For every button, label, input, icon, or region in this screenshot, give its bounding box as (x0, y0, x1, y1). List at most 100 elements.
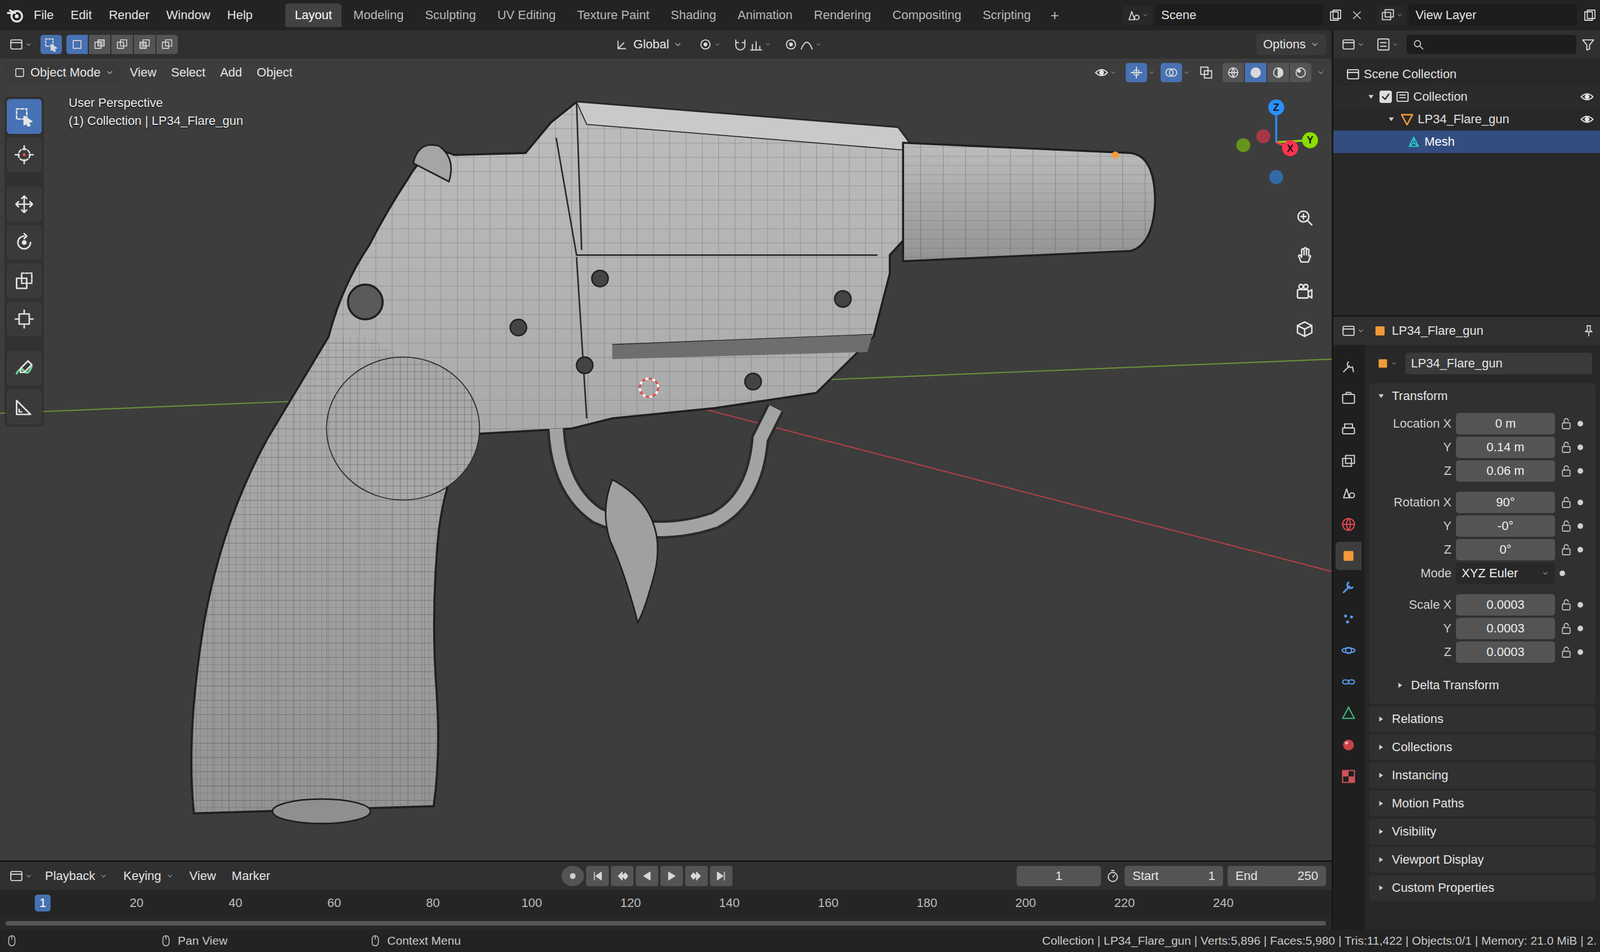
snap-target-icon[interactable] (748, 37, 764, 52)
panel-header[interactable]: Custom Properties (1369, 874, 1596, 901)
number-field[interactable]: 0.06 m (1455, 460, 1555, 482)
disclosure-triangle-icon[interactable] (1365, 91, 1377, 102)
disclosure-triangle-icon[interactable] (1376, 742, 1387, 753)
properties-tab[interactable] (1335, 699, 1362, 728)
selection-mode-button[interactable] (66, 34, 88, 55)
number-field[interactable]: 0 m (1455, 412, 1555, 435)
lock-icon[interactable] (1559, 542, 1573, 557)
eye-icon[interactable] (1579, 111, 1595, 127)
workspace-tab[interactable]: Scripting (973, 3, 1041, 28)
workspace-tab[interactable]: Layout (285, 3, 342, 28)
stopwatch-icon[interactable] (1105, 868, 1121, 884)
panel-header[interactable]: Relations (1369, 706, 1596, 732)
panel-header[interactable]: Collections (1369, 734, 1596, 761)
prev-keyframe-button[interactable] (610, 865, 634, 887)
number-field[interactable]: -0° (1455, 515, 1555, 537)
falloff-icon[interactable] (799, 37, 815, 52)
properties-tab[interactable] (1335, 352, 1362, 381)
timeline-menu[interactable]: Keying (116, 865, 181, 887)
number-field[interactable]: 0.14 m (1455, 436, 1555, 458)
flare-gun-model[interactable] (191, 101, 1155, 824)
chevron-down-icon[interactable] (24, 872, 33, 880)
select-tool-icon[interactable] (43, 37, 59, 52)
disclosure-triangle-icon[interactable] (1376, 713, 1387, 725)
zoom-button[interactable] (1288, 201, 1321, 234)
keyframe-dot[interactable] (1577, 468, 1584, 474)
properties-tab[interactable] (1335, 384, 1362, 413)
properties-tab[interactable] (1335, 604, 1362, 633)
properties-tab[interactable] (1335, 730, 1362, 759)
chevron-down-icon[interactable] (105, 68, 115, 78)
keyframe-dot[interactable] (1577, 444, 1584, 451)
disclosure-triangle-icon[interactable] (1376, 854, 1387, 865)
viewport-menu[interactable]: Add (214, 63, 248, 83)
lock-icon[interactable] (1559, 519, 1573, 533)
subpanel-header[interactable]: Delta Transform (1372, 672, 1593, 699)
properties-tab[interactable] (1335, 573, 1362, 602)
projection-button[interactable] (1288, 313, 1321, 345)
app-menu-item[interactable]: Render (101, 4, 156, 26)
app-menu-item[interactable]: Window (159, 4, 218, 26)
shading-button[interactable] (1245, 63, 1267, 83)
tool-button[interactable] (6, 99, 42, 134)
keyframe-dot[interactable] (1577, 499, 1584, 506)
scene-field[interactable]: Scene (1154, 4, 1324, 26)
panel-header[interactable]: Visibility (1369, 818, 1596, 845)
outliner-search[interactable] (1406, 34, 1577, 55)
viewport-toggle[interactable] (1125, 63, 1148, 83)
keyframe-dot[interactable] (1577, 625, 1584, 632)
chevron-down-icon[interactable] (165, 872, 174, 880)
timeline-editor-icon[interactable] (9, 868, 24, 884)
keyframe-dot[interactable] (1577, 601, 1584, 608)
disclosure-triangle-icon[interactable] (1376, 882, 1387, 893)
chevron-down-icon[interactable] (1142, 11, 1149, 19)
viewport-toggle[interactable] (1160, 63, 1182, 83)
properties-tab[interactable] (1335, 415, 1362, 444)
workspace-tab[interactable]: Texture Paint (567, 3, 659, 28)
disclosure-triangle-icon[interactable] (1376, 826, 1387, 837)
keyframe-dot[interactable] (1577, 649, 1584, 655)
workspace-tab[interactable]: Animation (727, 3, 803, 28)
properties-editor-icon[interactable] (1341, 323, 1356, 339)
tool-button[interactable] (6, 263, 42, 299)
disclosure-triangle-icon[interactable] (1386, 114, 1397, 125)
chevron-down-icon[interactable] (1356, 326, 1365, 335)
exclude-checkbox[interactable] (1379, 90, 1392, 103)
chevron-down-icon[interactable] (1541, 569, 1550, 578)
outliner-row[interactable]: LP34_Flare_gun (1333, 108, 1600, 131)
viewport-toggle[interactable] (1195, 63, 1217, 83)
copy-icon[interactable] (1328, 8, 1343, 22)
panel-header[interactable]: Transform (1369, 383, 1596, 410)
eye-icon[interactable] (1579, 89, 1595, 105)
workspace-tab[interactable]: Shading (661, 3, 726, 28)
number-field[interactable]: 0.0003 (1455, 617, 1555, 640)
selection-mode-button[interactable] (111, 34, 133, 55)
keyframe-dot[interactable] (1577, 523, 1584, 529)
workspace-tab[interactable]: Compositing (882, 3, 971, 28)
frame-tick[interactable]: 200 (1010, 894, 1041, 912)
pin-icon[interactable] (1581, 324, 1596, 338)
timeline-menu[interactable]: View (182, 865, 223, 887)
next-keyframe-button[interactable] (685, 865, 708, 887)
options-dropdown[interactable]: Options (1256, 33, 1327, 56)
viewport-scene[interactable] (0, 86, 1332, 861)
tool-button[interactable] (6, 389, 42, 425)
disclosure-triangle-icon[interactable] (1395, 680, 1406, 691)
blender-logo-icon[interactable] (6, 6, 24, 24)
keyframe-dot[interactable] (1577, 546, 1584, 553)
outliner-row[interactable]: Collection (1333, 85, 1600, 109)
jump-end-button[interactable] (709, 865, 733, 887)
panel-header[interactable]: Motion Paths (1369, 790, 1596, 817)
close-icon[interactable] (1351, 9, 1363, 21)
number-field[interactable]: 90° (1455, 491, 1555, 514)
3d-cursor-icon[interactable] (639, 378, 659, 398)
lock-icon[interactable] (1559, 645, 1573, 659)
play-button[interactable] (660, 865, 683, 887)
chevron-down-icon[interactable] (1148, 69, 1155, 76)
chevron-down-icon[interactable] (1390, 360, 1398, 367)
lock-icon[interactable] (1559, 464, 1573, 478)
chevron-down-icon[interactable] (815, 41, 822, 48)
properties-tab[interactable] (1335, 510, 1362, 539)
frame-tick[interactable]: 120 (615, 894, 646, 912)
viewport-menu[interactable]: Object (250, 63, 299, 83)
